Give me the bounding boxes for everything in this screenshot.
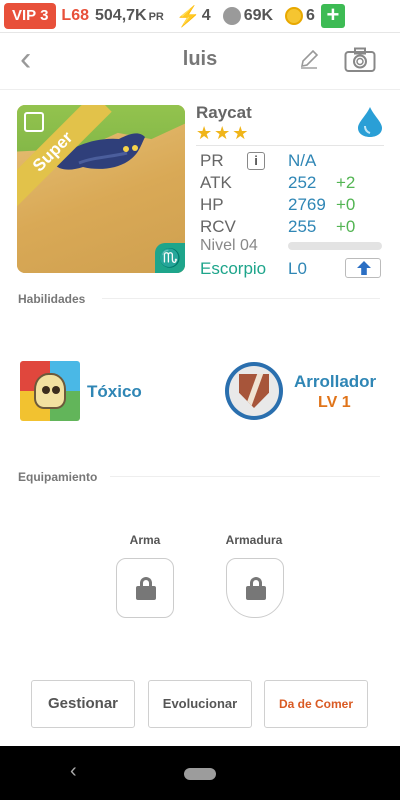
skill-name-toxico[interactable]: Tóxico [87,382,142,402]
player-level: L68 [61,7,89,24]
skull-icon [34,373,66,409]
pet-name: Raycat [196,103,252,122]
arrow-up-icon [357,261,371,275]
skill-level: LV 1 [318,394,351,411]
pencil-icon[interactable] [298,48,320,70]
rcv-value: 255 [288,217,317,236]
paw-icon [222,7,241,25]
player-pr: 504,7K PR [95,7,164,25]
toxic-skill-icon[interactable] [20,361,80,421]
upgrade-zodiac-button[interactable] [345,258,381,278]
weapon-slot[interactable] [116,558,174,618]
pr-value: N/A [288,151,317,170]
pet-stars: ★★★ [196,123,251,143]
rcv-increment: +0 [336,217,356,236]
energy-counter[interactable]: ⚡ 4 [176,4,211,29]
paw-value: 69K [243,7,274,24]
header: ‹ luis [0,32,400,90]
armor-label: Armadura [225,533,283,547]
nav-back-button[interactable]: ‹ [70,760,77,783]
hp-label: HP [200,195,224,214]
add-currency-button[interactable]: + [320,4,345,28]
abilities-heading: Habilidades [18,292,86,306]
info-icon[interactable]: i [247,152,265,170]
energy-value: 4 [201,7,211,24]
page-title: luis [182,48,218,70]
pet-portrait[interactable]: Super ♏ [17,105,185,273]
equipment-heading: Equipamiento [18,470,98,484]
coin-icon [285,7,304,25]
coin-value: 6 [306,7,315,24]
atk-increment: +2 [336,173,356,192]
pr-value: 504,7K [95,7,147,24]
card-icon[interactable] [24,112,44,132]
coin-counter[interactable]: 6 [285,7,315,25]
pr-unit: PR [148,11,164,23]
weapon-label: Arma [129,533,161,547]
abilities-divider [102,298,380,299]
rcv-label: RCV [200,217,236,236]
feed-button[interactable]: Da de Comer [264,680,368,728]
skill-name-arrollador[interactable]: Arrollador [294,372,376,392]
vip-badge[interactable]: VIP 3 [4,3,57,29]
water-element-icon [358,107,382,137]
level-progress-bar [288,242,382,250]
hp-value: 2769 [288,195,326,214]
nav-home-pill[interactable] [184,768,216,780]
atk-label: ATK [200,173,232,192]
pr-label: PR [200,151,224,170]
armor-slot[interactable] [226,558,284,618]
scorpio-icon: ♏ [155,243,185,273]
name-divider [196,145,384,146]
camera-icon[interactable] [344,47,376,73]
manage-button[interactable]: Gestionar [31,680,135,728]
zodiac-level: L0 [288,259,307,278]
trample-skill-icon[interactable] [225,362,283,420]
equipment-divider [110,476,380,477]
zodiac-label: Escorpio [200,259,267,278]
lock-icon [246,577,266,600]
hp-increment: +0 [336,195,356,214]
system-navigation-bar: ‹ [0,746,400,800]
level-label: Nivel 04 [200,237,258,254]
evolve-button[interactable]: Evolucionar [148,680,252,728]
lock-icon [136,577,156,600]
status-bar: VIP 3 L68 504,7K PR ⚡ 4 69K 6 + [0,0,400,32]
lightning-icon: ⚡ [175,5,201,28]
pet-detail-screen: VIP 3 L68 504,7K PR ⚡ 4 69K 6 + ‹ luis Sup… [0,0,400,800]
atk-value: 252 [288,173,317,192]
paw-counter[interactable]: 69K [222,7,274,25]
